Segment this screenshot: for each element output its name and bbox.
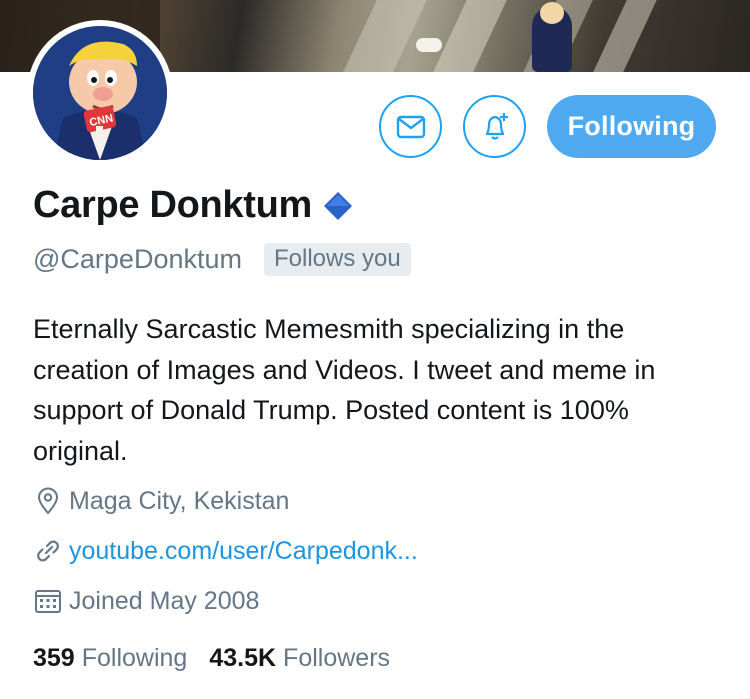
link-icon [37, 540, 59, 562]
following-count: 359 [33, 644, 75, 672]
profile-handle-row: @CarpeDonktum Follows you [33, 243, 411, 276]
follows-you-badge: Follows you [264, 243, 411, 276]
profile-name-row: Carpe Donktum [33, 184, 354, 227]
bell-plus-icon [485, 112, 508, 140]
profile-bio: Eternally Sarcastic Memesmith specializi… [33, 314, 656, 466]
message-button[interactable] [379, 95, 442, 158]
banner-glove [416, 38, 442, 52]
envelope-icon [396, 115, 425, 138]
notifications-button[interactable] [463, 95, 526, 158]
location-pin-icon [37, 487, 59, 515]
followers-count: 43.5K [209, 644, 277, 672]
profile-name: Carpe Donktum [33, 184, 313, 226]
profile-stats: 359 Following 43.5K Followers [33, 644, 390, 673]
joined-text: Joined May 2008 [69, 586, 260, 615]
profile-handle: @CarpeDonktum [33, 244, 242, 274]
profile-location: Maga City, Kekistan [33, 486, 289, 516]
following-button[interactable]: Following [547, 95, 716, 158]
avatar-image: CNN [33, 26, 167, 160]
website-link[interactable]: youtube.com/user/Carpedonk... [69, 537, 418, 566]
following-stat[interactable]: 359 Following [33, 644, 187, 673]
banner-stripe [593, 0, 657, 72]
profile-website: youtube.com/user/Carpedonk... [33, 536, 418, 566]
calendar-icon [35, 590, 61, 613]
avatar-cartoon-icon: CNN [33, 26, 167, 160]
blue-diamond-icon [324, 191, 353, 220]
banner-cartoon-figure [532, 2, 572, 72]
followers-label: Followers [283, 644, 391, 672]
avatar[interactable]: CNN [27, 20, 173, 166]
profile-joined: Joined May 2008 [33, 586, 259, 616]
following-label: Following [81, 644, 188, 672]
location-text: Maga City, Kekistan [69, 486, 290, 515]
banner-stripe [343, 0, 427, 72]
banner-stripe [433, 0, 507, 72]
followers-stat[interactable]: 43.5K Followers [209, 644, 390, 673]
